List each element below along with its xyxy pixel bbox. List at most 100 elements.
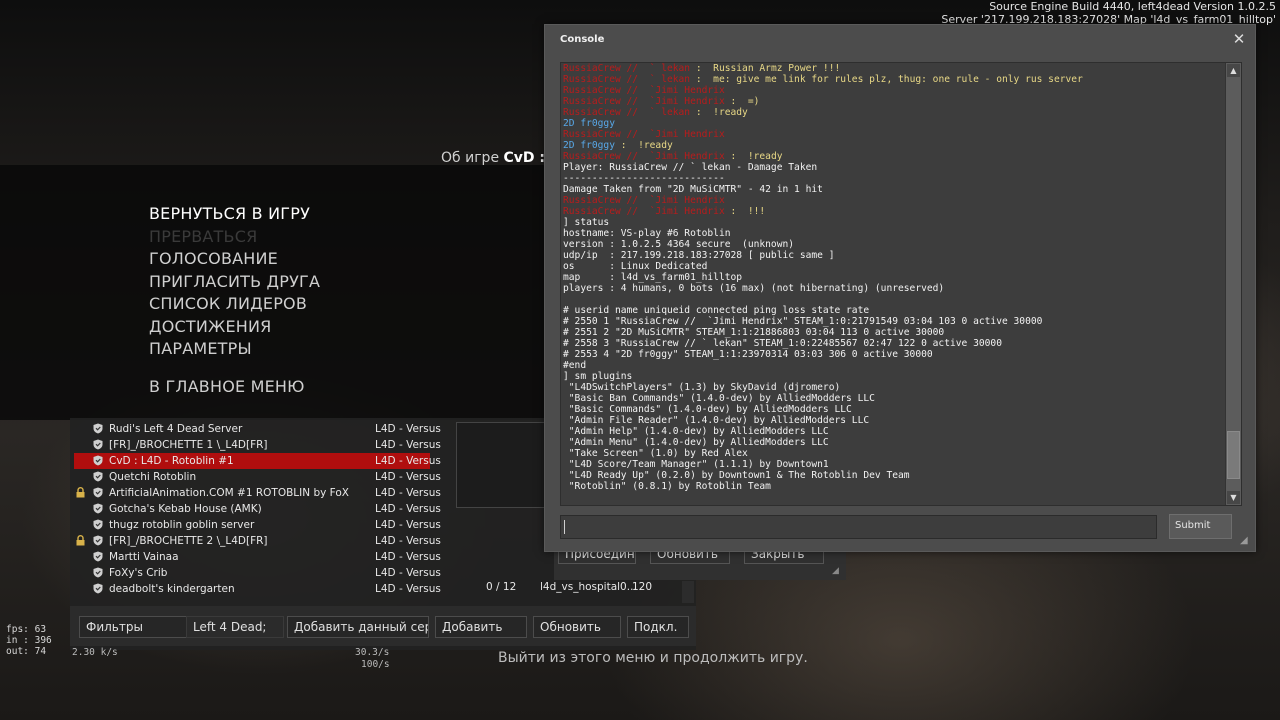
server-row[interactable]: [FR]_/BROCHETTE 1 \_L4D[FR] L4D - Versus xyxy=(74,437,441,453)
menu-item-pause[interactable]: ПРЕРВАТЬСЯ xyxy=(149,226,320,249)
console-line: "L4D Ready Up" (0.2.0) by Downtown1 & Th… xyxy=(563,470,910,481)
server-row[interactable]: Quetchi Rotoblin L4D - Versus xyxy=(74,469,441,485)
console-line: "Take Screen" (1.0) by Red Alex xyxy=(563,448,748,459)
console-line: "Rotoblin" (0.8.1) by Rotoblin Team xyxy=(563,481,771,492)
console-line: # 2558 3 "RussiaCrew // ` lekan" STEAM_1… xyxy=(563,338,1002,349)
secure-shield-icon xyxy=(93,551,103,562)
console-line: # userid name uniqueid connected ping lo… xyxy=(563,305,870,316)
console-line: RussiaCrew // ` lekan : Russian Armz Pow… xyxy=(563,63,841,74)
server-name: Rudi's Left 4 Dead Server xyxy=(109,423,243,435)
console-line: RussiaCrew // `Jimi Hendrix xyxy=(563,129,725,140)
console-line: # 2550 1 "RussiaCrew // `Jimi Hendrix" S… xyxy=(563,316,1043,327)
submit-button[interactable]: Submit xyxy=(1169,514,1232,539)
server-list: Rudi's Left 4 Dead Server L4D - Versus [FR… xyxy=(74,421,441,597)
menu-item-resume[interactable]: ВЕРНУТЬСЯ В ИГРУ xyxy=(149,203,320,226)
console-scrollbar[interactable]: ▲ ▼ xyxy=(1225,63,1241,505)
server-row[interactable]: ArtificialAnimation.COM #1 ROTOBLIN by F… xyxy=(74,485,441,501)
console-line: 2D fr0ggy xyxy=(563,118,615,129)
console-line: ---------------------------- xyxy=(563,173,725,184)
refresh-list-button[interactable]: Обновить xyxy=(533,616,621,638)
net-out-readout: out: 74 xyxy=(6,646,47,657)
console-line: "Admin Help" (1.4.0-dev) by AlliedModder… xyxy=(563,426,829,437)
console-line: os : Linux Dedicated xyxy=(563,261,708,272)
secure-shield-icon xyxy=(93,583,103,594)
connect-button[interactable]: Подкл. xyxy=(627,616,689,638)
server-game-mode: L4D - Versus xyxy=(375,583,441,595)
resize-grip-icon[interactable]: ◢ xyxy=(1240,536,1252,548)
about-game-label[interactable]: Об игре CvD : xyxy=(441,150,546,166)
server-row[interactable]: Martti Vainaa L4D - Versus xyxy=(74,549,441,565)
console-line: RussiaCrew // `Jimi Hendrix : !!! xyxy=(563,206,766,217)
server-game-mode: L4D - Versus xyxy=(375,567,441,579)
server-name: [FR]_/BROCHETTE 1 \_L4D[FR] xyxy=(109,439,268,451)
console-line: Player: RussiaCrew // ` lekan - Damage T… xyxy=(563,162,818,173)
game-filter-field: Left 4 Dead; xyxy=(186,616,284,638)
server-row[interactable]: CvD : L4D - Rotoblin #1 L4D - Versus xyxy=(74,453,441,469)
filters-button[interactable]: Фильтры xyxy=(79,616,187,638)
add-server-button[interactable]: Добавить xyxy=(435,616,527,638)
engine-build-text: Source Engine Build 4440, left4dead Vers… xyxy=(989,0,1276,13)
console-line: 2D fr0ggy : !ready xyxy=(563,140,673,151)
net-rate2-readout: 30.3/s xyxy=(355,647,390,658)
engine-info: Source Engine Build 4440, left4dead Vers… xyxy=(941,0,1276,26)
scroll-thumb[interactable] xyxy=(1227,431,1240,479)
console-line: RussiaCrew // `Jimi Hendrix : =) xyxy=(563,96,760,107)
filter-bar: Фильтры Left 4 Dead; Добавить данный сер… xyxy=(70,606,696,646)
close-icon[interactable]: ✕ xyxy=(1231,31,1247,47)
about-game-name: CvD : xyxy=(503,150,546,166)
server-name: CvD : L4D - Rotoblin #1 xyxy=(109,455,234,467)
server-row[interactable]: Rudi's Left 4 Dead Server L4D - Versus xyxy=(74,421,441,437)
server-row[interactable]: Gotcha's Kebab House (AMK) L4D - Versus xyxy=(74,501,441,517)
text-caret xyxy=(564,520,565,534)
server-list-scrollbar[interactable] xyxy=(682,581,694,603)
server-row[interactable]: FoXy's Crib L4D - Versus xyxy=(74,565,441,581)
main-menu: ВЕРНУТЬСЯ В ИГРУ ПРЕРВАТЬСЯ ГОЛОСОВАНИЕ … xyxy=(149,203,320,398)
console-line: ] status xyxy=(563,217,610,228)
net-graph: fps: 63 in : 396 out: 74 xyxy=(6,624,52,657)
console-line: "Admin Menu" (1.4.0-dev) by AlliedModder… xyxy=(563,437,829,448)
menu-item-achievements[interactable]: ДОСТИЖЕНИЯ xyxy=(149,316,320,339)
console-line: RussiaCrew // `Jimi Hendrix xyxy=(563,85,725,96)
console-line: "Basic Commands" (1.4.0-dev) by AlliedMo… xyxy=(563,404,852,415)
server-map: l4d_vs_hospital0... xyxy=(540,581,637,593)
menu-item-vote[interactable]: ГОЛОСОВАНИЕ xyxy=(149,248,320,271)
net-in-readout: in : 396 xyxy=(6,635,52,646)
lock-icon xyxy=(76,487,85,498)
console-line: "Admin File Reader" (1.4.0-dev) by Allie… xyxy=(563,415,870,426)
secure-shield-icon xyxy=(93,439,103,450)
server-row[interactable]: [FR]_/BROCHETTE 2 \_L4D[FR] L4D - Versus xyxy=(74,533,441,549)
scroll-down-icon[interactable]: ▼ xyxy=(1227,491,1240,504)
server-game-mode: L4D - Versus xyxy=(375,455,441,467)
menu-item-main-menu[interactable]: В ГЛАВНОЕ МЕНЮ xyxy=(149,376,320,399)
menu-item-invite-friend[interactable]: ПРИГЛАСИТЬ ДРУГА xyxy=(149,271,320,294)
server-ping: 120 xyxy=(632,581,653,593)
console-line: "Basic Ban Commands" (1.4.0-dev) by Alli… xyxy=(563,393,875,404)
secure-shield-icon xyxy=(93,519,103,530)
server-game-mode: L4D - Versus xyxy=(375,535,441,547)
server-name: ArtificialAnimation.COM #1 ROTOBLIN by F… xyxy=(109,487,349,499)
scroll-up-icon[interactable]: ▲ xyxy=(1227,64,1240,77)
server-game-mode: L4D - Versus xyxy=(375,503,441,515)
server-details-panel xyxy=(456,422,556,508)
net-rate-readout: 2.30 k/s xyxy=(72,647,118,658)
server-game-mode: L4D - Versus xyxy=(375,487,441,499)
console-output[interactable]: RussiaCrew // ` lekan : Russian Armz Pow… xyxy=(560,62,1242,506)
add-current-server-button[interactable]: Добавить данный сервер xyxy=(287,616,429,638)
console-line: RussiaCrew // ` lekan : !ready xyxy=(563,107,748,118)
secure-shield-icon xyxy=(93,567,103,578)
server-game-mode: L4D - Versus xyxy=(375,471,441,483)
server-game-mode: L4D - Versus xyxy=(375,423,441,435)
server-name: Quetchi Rotoblin xyxy=(109,471,197,483)
browser-resize-grip-icon[interactable]: ◢ xyxy=(832,566,844,576)
server-row[interactable]: deadbolt's kindergarten L4D - Versus xyxy=(74,581,441,597)
menu-item-options[interactable]: ПАРАМЕТРЫ xyxy=(149,338,320,361)
about-game-prefix: Об игре xyxy=(441,150,500,166)
console-input[interactable] xyxy=(560,515,1157,539)
server-row[interactable]: thugz rotoblin goblin server L4D - Versus xyxy=(74,517,441,533)
console-line: map : l4d_vs_farm01_hilltop xyxy=(563,272,743,283)
secure-shield-icon xyxy=(93,487,103,498)
menu-item-leaderboards[interactable]: СПИСОК ЛИДЕРОВ xyxy=(149,293,320,316)
lock-icon xyxy=(76,535,85,546)
secure-shield-icon xyxy=(93,503,103,514)
